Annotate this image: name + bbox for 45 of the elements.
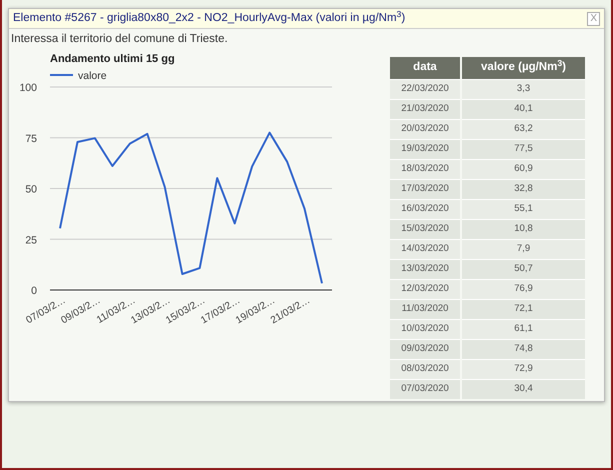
table-cell: 21/03/2020 — [390, 99, 462, 120]
legend-line — [50, 74, 73, 76]
table-cell: 09/03/2020 — [390, 339, 462, 360]
table-cell: 13/03/2020 — [390, 259, 462, 280]
table-cell: 14/03/2020 — [390, 239, 462, 260]
popup-subtitle: Interessa il territorio del comune di Trieste. — [10, 32, 229, 47]
table-cell: 10/03/2020 — [390, 319, 462, 340]
table-cell: 74,8 — [461, 339, 586, 360]
y-axis-label: 75 — [25, 133, 37, 145]
close-button[interactable]: X — [587, 12, 600, 26]
table-cell: 10,8 — [461, 219, 586, 240]
table-cell: 30,4 — [461, 379, 586, 400]
table-cell: 72,1 — [461, 299, 586, 320]
table-cell: 76,9 — [461, 279, 586, 300]
table-cell: 50,7 — [461, 259, 586, 280]
table-cell: 55,1 — [461, 199, 586, 220]
table-cell: 60,9 — [461, 159, 586, 180]
table-cell: 22/03/2020 — [390, 79, 462, 100]
column-header: valore (µg/Nm$^{3}$) — [461, 57, 586, 80]
table-cell: 17/03/2020 — [390, 179, 462, 200]
table-cell: 63,2 — [461, 119, 586, 140]
column-header: data — [390, 57, 462, 80]
table-cell: 07/03/2020 — [390, 379, 462, 400]
table-cell: 20/03/2020 — [390, 119, 462, 140]
table-cell: 40,1 — [461, 99, 586, 120]
table-cell: 11/03/2020 — [390, 299, 462, 320]
table-cell: 08/03/2020 — [390, 359, 462, 380]
table-cell: 61,1 — [461, 319, 586, 340]
y-axis-label: 25 — [25, 234, 37, 246]
y-axis-label: 100 — [19, 82, 37, 94]
y-axis-label: 0 — [31, 285, 37, 298]
table-cell: 32,8 — [461, 179, 586, 200]
table-cell: 15/03/2020 — [390, 219, 462, 240]
table-cell: 18/03/2020 — [390, 159, 462, 180]
table-cell: 19/03/2020 — [390, 139, 462, 160]
table-cell: 7,9 — [461, 239, 586, 260]
table-cell: 16/03/2020 — [390, 199, 462, 220]
y-axis-label: 50 — [25, 184, 37, 196]
chart-title: Andamento ultimi 15 gg — [50, 53, 175, 66]
table-cell: 3,3 — [461, 79, 586, 100]
table-cell: 77,5 — [461, 139, 586, 160]
table-cell: 12/03/2020 — [390, 279, 462, 300]
legend-label: valore — [78, 70, 107, 82]
popup-title: Elemento #5267 - griglia80x80_2x2 - NO2_HourlyAvg-Max (valori in µg/Nm$^{3}$) — [13, 10, 406, 26]
table-cell: 72,9 — [461, 359, 586, 380]
